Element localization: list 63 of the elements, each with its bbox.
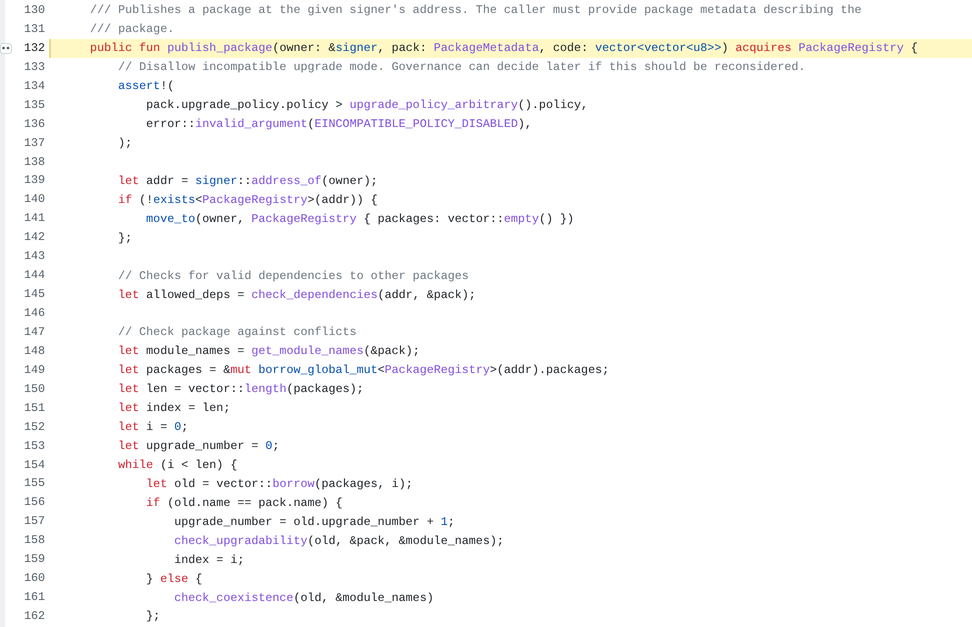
line-number[interactable]: 130 bbox=[24, 1, 45, 20]
line-number[interactable]: 155 bbox=[24, 474, 45, 494]
line-number[interactable]: 138 bbox=[24, 152, 45, 172]
code-line: let i = 0; bbox=[117, 419, 190, 436]
line-number[interactable]: 148 bbox=[24, 342, 45, 361]
code-line: index = i; bbox=[173, 552, 246, 569]
line-number[interactable]: 137 bbox=[24, 134, 45, 152]
line-number[interactable]: 160 bbox=[24, 569, 45, 588]
line-number[interactable]: 159 bbox=[24, 550, 45, 570]
line-number[interactable]: 149 bbox=[24, 360, 45, 380]
code-line: let module_names = get_module_names(&pack); bbox=[117, 343, 421, 360]
code-line: move_to(owner, PackageRegistry { packages: vector::empty() }) bbox=[145, 210, 576, 228]
line-number[interactable]: 146 bbox=[24, 304, 45, 323]
code-line: // Check package against conflicts bbox=[117, 324, 358, 342]
code-line: assert!( bbox=[117, 78, 176, 96]
line-number[interactable]: 162 bbox=[24, 607, 45, 626]
line-number[interactable]: 157 bbox=[24, 512, 45, 532]
line-number[interactable]: 143 bbox=[24, 247, 45, 266]
code-line: check_upgradability(old, &pack, &module_names); bbox=[173, 532, 505, 550]
line-number[interactable]: 154 bbox=[24, 456, 45, 474]
line-number[interactable]: 161 bbox=[24, 588, 45, 607]
line-number[interactable]: 153 bbox=[24, 436, 45, 456]
line-number[interactable]: 145 bbox=[24, 285, 45, 304]
code-line: // Checks for valid dependencies to other packages bbox=[117, 268, 470, 285]
code-line: check_coexistence(old, &module_names) bbox=[173, 590, 435, 607]
code-line: let allowed_deps = check_dependencies(addr, &pack); bbox=[117, 286, 477, 304]
line-number[interactable]: 141 bbox=[24, 209, 45, 228]
code-line: upgrade_number = old.upgrade_number + 1; bbox=[173, 514, 456, 531]
code-line: let upgrade_number = 0; bbox=[117, 438, 280, 456]
line-number[interactable]: 152 bbox=[24, 418, 45, 437]
line-number[interactable]: 151 bbox=[24, 398, 45, 418]
code-line: error::invalid_argument(EINCOMPATIBLE_POLICY_DISABLED), bbox=[145, 116, 533, 134]
line-number[interactable]: 156 bbox=[24, 493, 45, 512]
line-number[interactable]: 144 bbox=[24, 266, 45, 286]
line-number[interactable]: 142 bbox=[24, 228, 45, 248]
code-line: }; bbox=[145, 608, 162, 626]
line-number[interactable]: 135 bbox=[24, 96, 45, 115]
line-number[interactable]: 133 bbox=[24, 58, 45, 77]
line-number[interactable]: 150 bbox=[24, 380, 45, 399]
code-line: }; bbox=[117, 230, 134, 247]
code-line: let addr = signer::address_of(owner); bbox=[117, 172, 379, 190]
code-line: if (!exists<PackageRegistry>(addr)) { bbox=[117, 192, 379, 209]
code-line: let index = len; bbox=[117, 400, 232, 418]
code-line: /// Publishes a package at the given signer's address. The caller must provide package metadata describing the bbox=[89, 2, 863, 20]
code-line: if (old.name == pack.name) { bbox=[145, 494, 344, 512]
code-line: pack.upgrade_policy.policy > upgrade_policy_arbitrary().policy, bbox=[145, 97, 590, 114]
code-line: let packages = &mut borrow_global_mut<PackageRegistry>(addr).packages; bbox=[117, 362, 610, 380]
code-line: let len = vector::length(packages); bbox=[117, 381, 365, 398]
code-line: ); bbox=[117, 135, 134, 152]
line-number[interactable]: 132 bbox=[24, 38, 45, 58]
line-number[interactable]: 139 bbox=[24, 171, 45, 190]
code-line: } else { bbox=[145, 570, 204, 588]
code-line: // Disallow incompatible upgrade mode. Governance can decide later if this should be reconsidered. bbox=[117, 59, 806, 76]
code-line: let old = vector::borrow(packages, i); bbox=[145, 476, 414, 493]
more-options-icon[interactable] bbox=[0, 42, 12, 54]
code-line: /// package. bbox=[89, 21, 176, 38]
code-line: while (i < len) { bbox=[117, 456, 238, 474]
line-number[interactable]: 136 bbox=[24, 114, 45, 134]
line-number[interactable]: 134 bbox=[24, 76, 45, 96]
line-number[interactable]: 140 bbox=[24, 190, 45, 210]
line-number[interactable]: 158 bbox=[24, 531, 45, 550]
line-number[interactable]: 131 bbox=[24, 20, 45, 39]
line-number[interactable]: 147 bbox=[24, 322, 45, 342]
